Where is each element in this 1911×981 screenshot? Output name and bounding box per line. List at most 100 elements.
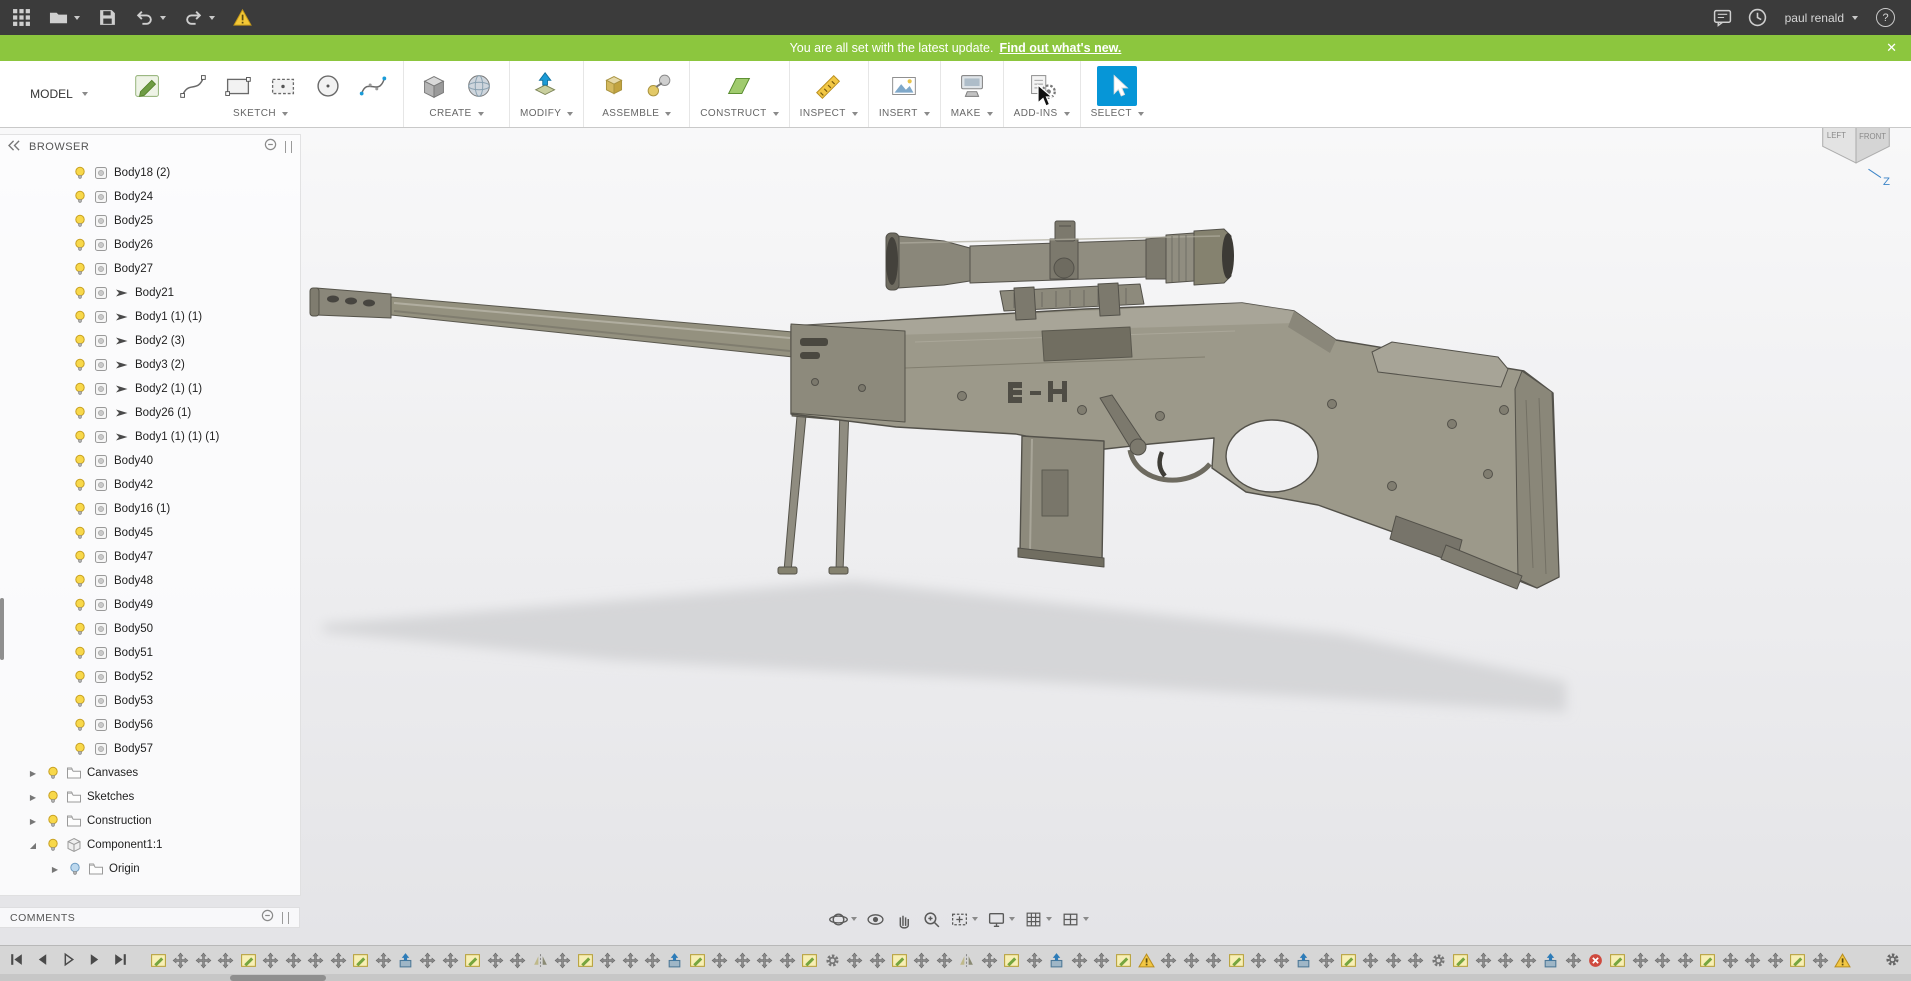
visibility-bulb-icon[interactable] [45, 837, 61, 853]
circle-button[interactable] [308, 66, 348, 106]
timeline-feature-move[interactable] [1362, 952, 1379, 969]
undo-icon[interactable] [135, 8, 166, 27]
visibility-bulb-icon[interactable] [67, 861, 83, 877]
visibility-bulb-icon[interactable] [72, 429, 88, 445]
isolate-circle-icon[interactable] [264, 138, 277, 156]
timeline-feature-sketch[interactable] [1228, 952, 1245, 969]
visibility-bulb-icon[interactable] [45, 789, 61, 805]
visibility-bulb-icon[interactable] [72, 549, 88, 565]
browser-scrollbar[interactable] [0, 598, 4, 660]
timeline-feature-move[interactable] [1093, 952, 1110, 969]
timeline-feature-extrude[interactable] [1295, 952, 1312, 969]
timeline-feature-extrude[interactable] [1048, 952, 1065, 969]
browser-item[interactable]: Body2 (3) [0, 329, 300, 353]
workspace-switcher[interactable]: MODEL [0, 61, 118, 127]
visibility-bulb-icon[interactable] [72, 645, 88, 661]
browser-item[interactable]: Body48 [0, 569, 300, 593]
toolbar-group-label[interactable]: CREATE [429, 108, 483, 121]
timeline-feature-move[interactable] [285, 952, 302, 969]
timeline-feature-move[interactable] [734, 952, 751, 969]
user-account-menu[interactable]: paul renald [1785, 11, 1858, 25]
visibility-bulb-icon[interactable] [72, 309, 88, 325]
primitive-sphere-button[interactable] [459, 66, 499, 106]
grid-settings-tool[interactable] [1024, 910, 1052, 929]
visibility-bulb-icon[interactable] [72, 405, 88, 421]
timeline-feature-move[interactable] [981, 952, 998, 969]
browser-item[interactable]: Body16 (1) [0, 497, 300, 521]
timeline-feature-move[interactable] [419, 952, 436, 969]
visibility-bulb-icon[interactable] [72, 189, 88, 205]
browser-item[interactable]: Body52 [0, 665, 300, 689]
browser-item[interactable]: Body1 (1) (1) [0, 305, 300, 329]
timeline-feature-extrude[interactable] [666, 952, 683, 969]
visibility-bulb-icon[interactable] [72, 741, 88, 757]
toolbar-group-label[interactable]: MAKE [951, 108, 993, 121]
browser-item[interactable]: Body26 (1) [0, 401, 300, 425]
browser-item[interactable]: Body40 [0, 449, 300, 473]
timeline-feature-sketch[interactable] [1115, 952, 1132, 969]
spline-button[interactable] [353, 66, 393, 106]
file-menu-icon[interactable] [49, 8, 80, 27]
browser-item[interactable]: ▶Origin [0, 857, 300, 881]
timeline-feature-sketch[interactable] [1789, 952, 1806, 969]
timeline-feature-sketch[interactable] [1003, 952, 1020, 969]
rectangle-2point-button[interactable] [218, 66, 258, 106]
timeline-play-button[interactable] [60, 951, 77, 968]
timeline-feature-extrude[interactable] [397, 952, 414, 969]
timeline-feature-sketch[interactable] [464, 952, 481, 969]
timeline-feature-move[interactable] [1475, 952, 1492, 969]
panel-drag-grip[interactable] [282, 912, 289, 924]
timeline-feature-move[interactable] [1722, 952, 1739, 969]
timeline-feature-move[interactable] [1632, 952, 1649, 969]
expander-icon[interactable]: ▶ [26, 769, 40, 778]
timeline-feature-move[interactable] [1767, 952, 1784, 969]
browser-item[interactable]: Body49 [0, 593, 300, 617]
comments-circle-icon[interactable] [261, 909, 274, 927]
comments-panel[interactable]: COMMENTS [0, 907, 300, 928]
timeline-feature-move[interactable] [1812, 952, 1829, 969]
timeline-feature-extrude[interactable] [1542, 952, 1559, 969]
print-3d-button[interactable] [952, 66, 992, 106]
timeline-feature-error[interactable] [1587, 952, 1604, 969]
save-icon[interactable] [98, 8, 117, 27]
browser-item[interactable]: Body27 [0, 257, 300, 281]
timeline-feature-move[interactable] [622, 952, 639, 969]
press-pull-button[interactable] [527, 66, 567, 106]
joint-button[interactable] [639, 66, 679, 106]
expander-icon[interactable]: ▶ [26, 793, 40, 802]
timeline-feature-sketch[interactable] [1609, 952, 1626, 969]
fit-tool[interactable] [950, 910, 978, 929]
timeline-feature-move[interactable] [1654, 952, 1671, 969]
visibility-bulb-icon[interactable] [72, 621, 88, 637]
browser-item[interactable]: Body53 [0, 689, 300, 713]
timeline-feature-move[interactable] [509, 952, 526, 969]
whats-new-link[interactable]: Find out what's new. [999, 41, 1121, 55]
visibility-bulb-icon[interactable] [72, 165, 88, 181]
timeline-feature-sketch[interactable] [240, 952, 257, 969]
timeline-skip-end-button[interactable] [112, 951, 129, 968]
timeline-feature-move[interactable] [1273, 952, 1290, 969]
browser-item[interactable]: Body47 [0, 545, 300, 569]
job-status-warning-icon[interactable] [233, 8, 252, 27]
timeline-feature-move[interactable] [1183, 952, 1200, 969]
collapse-panel-icon[interactable] [8, 138, 21, 156]
rectangle-center-button[interactable] [263, 66, 303, 106]
timeline-feature-gear[interactable] [1430, 952, 1447, 969]
browser-item[interactable]: Body57 [0, 737, 300, 761]
visibility-bulb-icon[interactable] [72, 597, 88, 613]
browser-item[interactable]: Body45 [0, 521, 300, 545]
browser-item[interactable]: Body24 [0, 185, 300, 209]
visibility-bulb-icon[interactable] [72, 501, 88, 517]
look-at-tool[interactable] [866, 910, 885, 929]
timeline-feature-gear[interactable] [824, 952, 841, 969]
timeline-feature-move[interactable] [195, 952, 212, 969]
comment-icon[interactable] [1713, 8, 1732, 27]
timeline-feature-move[interactable] [262, 952, 279, 969]
timeline-feature-move[interactable] [1520, 952, 1537, 969]
timeline-feature-move[interactable] [217, 952, 234, 969]
timeline-feature-sketch[interactable] [577, 952, 594, 969]
timeline-feature-move[interactable] [554, 952, 571, 969]
new-component-button[interactable] [594, 66, 634, 106]
timeline-feature-mirror[interactable] [532, 952, 549, 969]
timeline-feature-move[interactable] [1407, 952, 1424, 969]
